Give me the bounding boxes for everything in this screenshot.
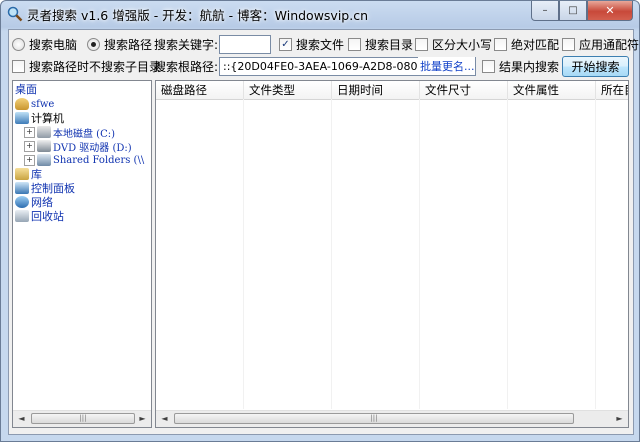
app-window: 灵者搜索 v1.6 增强版 - 开发：航航 - 博客：Windowsvip.cn… (0, 0, 640, 442)
column-divider (507, 99, 508, 409)
maximize-button[interactable]: □ (559, 1, 587, 21)
batch-rename-link[interactable]: 批量更名... (418, 57, 475, 74)
search-files-checkbox[interactable]: ✓ 搜索文件 (279, 34, 344, 54)
tree-item-shared-folders[interactable]: + Shared Folders (\\ (24, 153, 144, 167)
scroll-right-icon[interactable]: ► (611, 411, 628, 427)
library-icon (15, 168, 29, 180)
search-path-radio[interactable]: 搜索路径 (87, 34, 152, 54)
column-divider (243, 99, 244, 409)
tree-item-control-panel[interactable]: 控制面板 (15, 181, 75, 195)
checkbox-box (494, 37, 507, 51)
column-header-file-attributes[interactable]: 文件属性 (508, 81, 596, 99)
dvd-drive-icon (37, 140, 51, 152)
no-subdir-label: 搜索路径时不搜索子目录 (29, 59, 162, 74)
search-computer-label: 搜索电脑 (29, 37, 78, 52)
column-header-date-time[interactable]: 日期时间 (332, 81, 420, 99)
column-header-file-type[interactable]: 文件类型 (244, 81, 332, 99)
search-in-results-checkbox[interactable]: 结果内搜索 (482, 56, 559, 76)
keyword-input[interactable] (219, 35, 271, 54)
options-row-1: 搜索电脑 搜索路径 搜索关键字: ✓ 搜索文件 搜索目录 区分大小写 绝对匹配 … (9, 34, 639, 56)
exact-match-label: 绝对匹配 (511, 37, 560, 52)
network-drive-icon (37, 154, 51, 166)
exact-match-checkbox[interactable]: 绝对匹配 (494, 34, 559, 54)
column-divider (419, 99, 420, 409)
column-header-disk-path[interactable]: 磁盘路径 (156, 81, 244, 99)
tree-item-label: DVD 驱动器 (D:) (53, 142, 132, 154)
app-magnifier-icon (7, 6, 23, 22)
scroll-left-icon[interactable]: ◄ (13, 411, 30, 427)
column-header-directory[interactable]: 所在目 (596, 81, 628, 99)
tree-horizontal-scrollbar[interactable]: ◄ ||| ► (13, 410, 151, 427)
wildcard-checkbox[interactable]: 应用通配符 (562, 34, 639, 54)
tree-item-label: 本地磁盘 (C:) (53, 128, 116, 140)
root-path-label: 搜索根路径: (154, 59, 219, 74)
results-header: 磁盘路径 文件类型 日期时间 文件尺寸 文件属性 所在目 (156, 81, 628, 100)
no-subdir-checkbox[interactable]: 搜索路径时不搜索子目录 (12, 56, 161, 76)
tree-item-label: sfwe (31, 98, 55, 110)
computer-icon (15, 112, 29, 124)
tree-item-label: 回收站 (31, 210, 64, 223)
scroll-left-icon[interactable]: ◄ (156, 411, 173, 427)
tree-item-label: 桌面 (15, 83, 37, 96)
checkbox-box (12, 59, 25, 73)
checkbox-box (562, 37, 575, 51)
search-files-label: 搜索文件 (296, 37, 345, 52)
tree-item-label: Shared Folders (\\ (53, 154, 145, 166)
tree-item-recycle-bin[interactable]: 回收站 (15, 209, 64, 223)
search-path-label: 搜索路径 (104, 37, 153, 52)
search-in-results-label: 结果内搜索 (499, 59, 560, 74)
main-client-area: 搜索电脑 搜索路径 搜索关键字: ✓ 搜索文件 搜索目录 区分大小写 绝对匹配 … (8, 29, 639, 435)
checkbox-checked: ✓ (279, 37, 292, 51)
minimize-button[interactable]: – (531, 1, 559, 21)
case-sensitive-label: 区分大小写 (432, 37, 493, 52)
search-dirs-label: 搜索目录 (365, 37, 414, 52)
results-list[interactable]: 磁盘路径 文件类型 日期时间 文件尺寸 文件属性 所在目 ◄ ||| ► (155, 80, 629, 428)
tree-item-libraries[interactable]: 库 (15, 167, 42, 181)
checkbox-box (415, 37, 428, 51)
checkbox-box (482, 59, 495, 73)
expand-icon[interactable]: + (24, 154, 35, 166)
column-divider (595, 99, 596, 409)
options-row-2: 搜索路径时不搜索子目录 搜索根路径: ::{20D04FE0-3AEA-1069… (9, 56, 633, 78)
scroll-right-icon[interactable]: ► (134, 411, 151, 427)
checkbox-box (348, 37, 361, 51)
tree-item-desktop[interactable]: 桌面 (15, 82, 37, 96)
hard-drive-icon (37, 126, 51, 138)
folder-tree[interactable]: 桌面 sfwe 计算机 + 本地磁盘 (C:) + DVD 驱动器 (D:) +… (12, 80, 152, 428)
wildcard-label: 应用通配符 (579, 37, 640, 52)
tree-item-user[interactable]: sfwe (15, 97, 54, 111)
expand-icon[interactable]: + (24, 126, 35, 138)
recycle-bin-icon (15, 210, 29, 222)
results-horizontal-scrollbar[interactable]: ◄ ||| ► (156, 410, 628, 427)
tree-item-drive-c[interactable]: + 本地磁盘 (C:) (24, 125, 116, 140)
window-title: 灵者搜索 v1.6 增强版 - 开发：航航 - 博客：Windowsvip.cn (27, 8, 369, 23)
user-folder-icon (15, 98, 29, 110)
radio-circle (12, 37, 25, 51)
column-header-file-size[interactable]: 文件尺寸 (420, 81, 508, 99)
scroll-thumb[interactable]: ||| (174, 413, 574, 424)
scroll-thumb[interactable]: ||| (31, 413, 135, 424)
keyword-label: 搜索关键字: (154, 37, 219, 52)
radio-circle-selected (87, 37, 100, 51)
expand-icon[interactable]: + (24, 140, 35, 152)
tree-item-network[interactable]: 网络 (15, 195, 53, 209)
network-icon (15, 196, 29, 208)
window-controls: – □ ✕ (531, 1, 633, 21)
case-sensitive-checkbox[interactable]: 区分大小写 (415, 34, 492, 54)
tree-item-drive-d[interactable]: + DVD 驱动器 (D:) (24, 139, 132, 154)
start-search-button[interactable]: 开始搜索 (562, 56, 629, 77)
tree-item-computer[interactable]: 计算机 (15, 111, 64, 125)
title-bar[interactable]: 灵者搜索 v1.6 增强版 - 开发：航航 - 博客：Windowsvip.cn… (1, 1, 639, 27)
search-computer-radio[interactable]: 搜索电脑 (12, 34, 77, 54)
close-button[interactable]: ✕ (587, 1, 633, 21)
search-dirs-checkbox[interactable]: 搜索目录 (348, 34, 413, 54)
control-panel-icon (15, 182, 29, 194)
column-divider (331, 99, 332, 409)
